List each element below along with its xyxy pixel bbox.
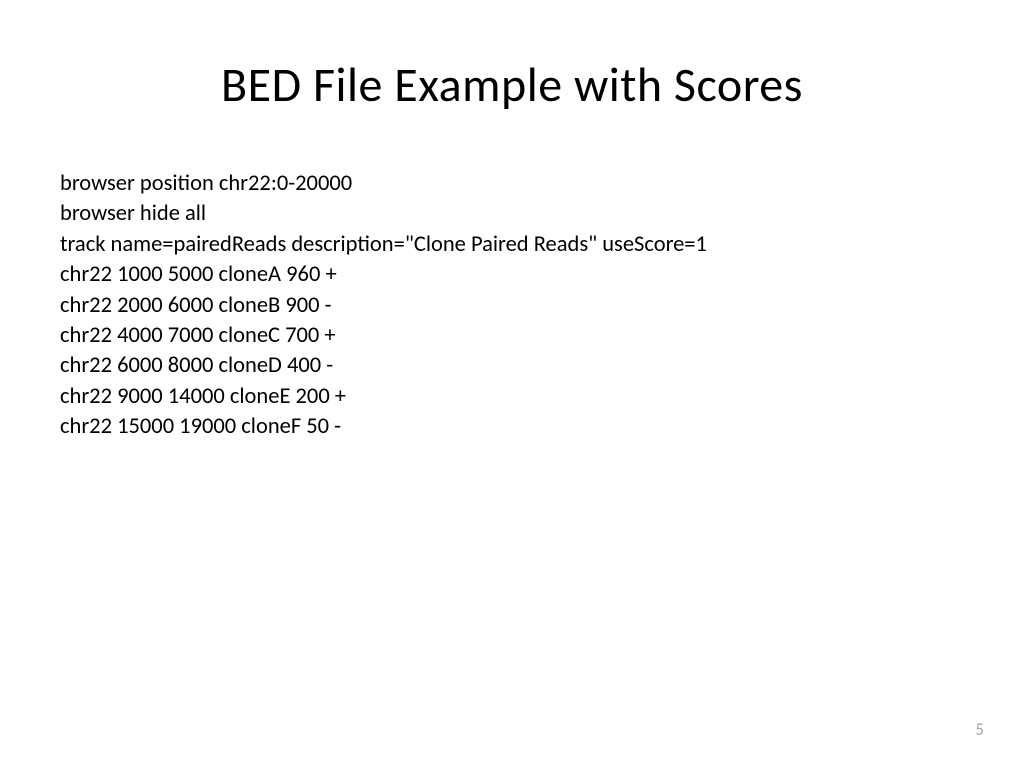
body-line: chr22 9000 14000 cloneE 200 + [60,382,964,412]
body-line: browser position chr22:0-20000 [60,169,964,199]
body-line: chr22 1000 5000 cloneA 960 + [60,260,964,290]
slide-body: browser position chr22:0-20000 browser h… [60,169,964,442]
body-line: chr22 15000 19000 cloneF 50 - [60,412,964,442]
slide-title: BED File Example with Scores [60,55,964,114]
page-number: 5 [975,719,984,740]
body-line: chr22 2000 6000 cloneB 900 - [60,291,964,321]
body-line: chr22 4000 7000 cloneC 700 + [60,321,964,351]
body-line: track name=pairedReads description="Clon… [60,230,964,260]
slide-container: BED File Example with Scores browser pos… [0,0,1024,768]
body-line: chr22 6000 8000 cloneD 400 - [60,351,964,381]
body-line: browser hide all [60,199,964,229]
